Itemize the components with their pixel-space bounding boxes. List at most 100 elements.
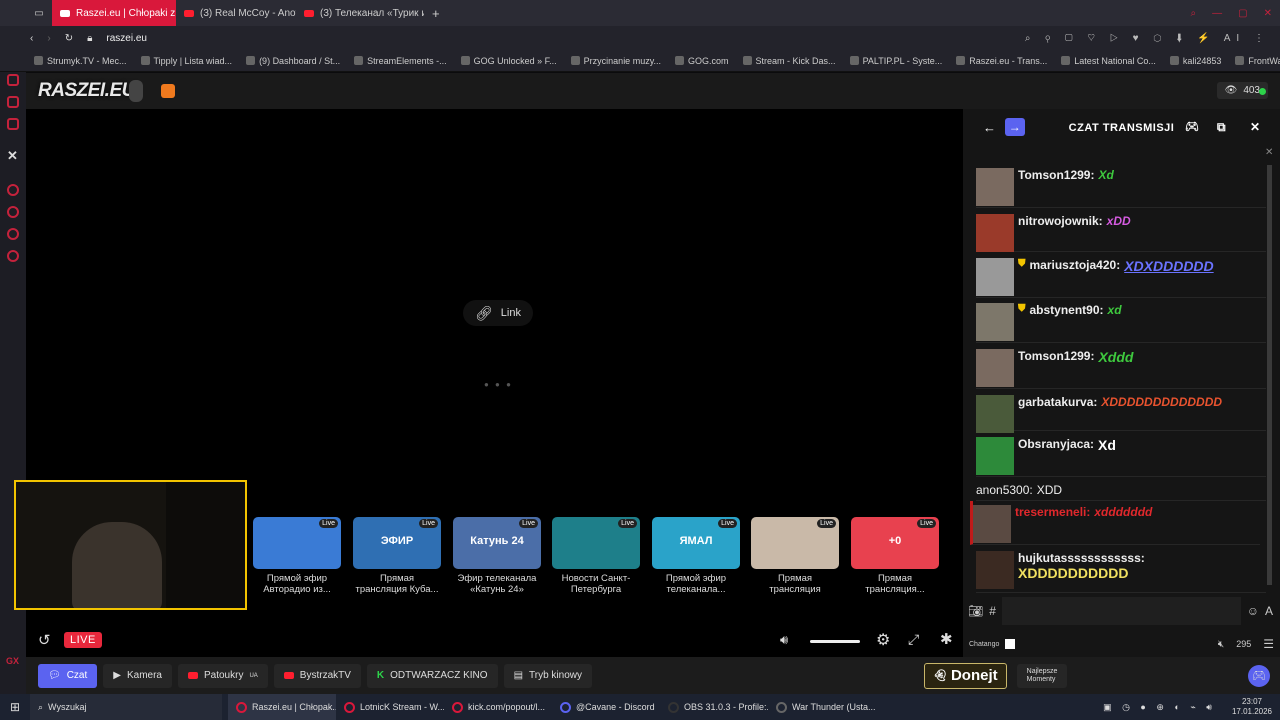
tryb-kinowy-button[interactable]: ▤ Tryb kinowy (503, 663, 592, 688)
link-button[interactable]: 🔗︎ Link (463, 300, 533, 326)
mute-icon[interactable]: 🔇︎ (1218, 639, 1224, 650)
kino-button[interactable]: K ODTWARZACZ KINO (366, 663, 498, 688)
forward-icon[interactable]: › (47, 33, 50, 44)
instagram-icon[interactable] (7, 74, 19, 86)
bookmark-item[interactable]: StreamElements -... (354, 56, 447, 66)
taskbar-app[interactable]: kick.com/popout/l... (444, 694, 552, 720)
chat-username[interactable]: anon5300: (976, 483, 1033, 497)
discord-fab-icon[interactable]: 🎮︎ (1248, 665, 1270, 687)
whatsapp-icon[interactable] (7, 96, 19, 108)
replay-icon[interactable]: ↺ (38, 631, 51, 649)
volume-icon[interactable]: 🔊︎ (780, 632, 788, 648)
url-field[interactable]: raszei.eu (106, 33, 147, 44)
avatar[interactable] (976, 437, 1014, 475)
avatar[interactable] (976, 214, 1014, 252)
chat-forward-icon[interactable]: → (1005, 118, 1025, 136)
bookmark-item[interactable]: Tipply | Lista wiad... (140, 56, 232, 66)
tab-real-mccoy[interactable]: (3) Real McCoy - Another (176, 0, 296, 26)
reload-icon[interactable]: ↻ (65, 33, 73, 44)
chat-input[interactable] (1001, 597, 1241, 625)
close-chat-icon[interactable]: ✕ (1250, 120, 1261, 134)
taskbar-app[interactable]: LotnicK Stream - W... (336, 694, 444, 720)
extensions-icons[interactable]: ⌕ ⚲ ▢ ♡ ▷ ♥ ⬡ ⬇ ⚡ AI ⋮ (1025, 33, 1280, 44)
bystrzak-button[interactable]: BystrzakTV (273, 663, 361, 688)
patoukry-button[interactable]: Patoukry UA (177, 663, 268, 688)
settings-icon[interactable] (7, 250, 19, 262)
minimize-button[interactable]: — (1204, 0, 1230, 26)
chat-username[interactable]: garbatakurva: (1018, 395, 1097, 409)
chat-username[interactable]: Tomson1299: (1018, 168, 1094, 182)
x-icon[interactable]: ✕ (7, 148, 18, 164)
avatar[interactable] (976, 551, 1014, 589)
new-tab-button[interactable]: + (424, 0, 448, 26)
music-icon[interactable] (7, 118, 19, 130)
chat-username[interactable]: tresermeneli: (1015, 505, 1090, 519)
avatar[interactable] (976, 395, 1014, 433)
bookmark-item[interactable]: Przycinanie muzy... (570, 56, 661, 66)
avatar[interactable] (973, 505, 1011, 543)
kamera-button[interactable]: ▶ Kamera (103, 663, 172, 688)
close-frame-icon[interactable]: ✕ (1265, 147, 1273, 158)
live-badge[interactable]: LIVE (64, 632, 102, 648)
bookmark-item[interactable]: PALTIP.PL - Syste... (849, 56, 942, 66)
avatar[interactable] (976, 168, 1014, 206)
channel-card[interactable]: +0 Live Прямая трансляция... (851, 517, 941, 595)
search-tabs-icon[interactable]: ⌕ (1183, 0, 1205, 26)
bookmark-item[interactable]: GOG Unlocked » F... (460, 56, 557, 66)
taskbar-app[interactable]: @Cavane - Discord (552, 694, 660, 720)
downloads-icon[interactable] (7, 228, 19, 240)
chat-back-icon[interactable]: ← (983, 120, 997, 135)
najlepsze-button[interactable]: Najlepsze Momenty (1016, 663, 1068, 688)
chat-username[interactable]: nitrowojownik: (1018, 214, 1103, 228)
close-window-button[interactable]: ✕ (1256, 0, 1280, 26)
chatango-brand[interactable]: Chatango (969, 641, 999, 648)
gx-icon[interactable]: GX (6, 656, 19, 666)
accessibility-icon[interactable]: ✱ (940, 630, 953, 648)
site-logo[interactable]: RASZEI.EU (38, 80, 135, 102)
player-icon[interactable] (7, 184, 19, 196)
tab-workspaces-icon[interactable]: ▭ (26, 0, 52, 26)
back-icon[interactable]: ‹ (30, 33, 33, 44)
font-icon[interactable]: A (1265, 604, 1273, 618)
menu-icon[interactable]: ☰ (1263, 637, 1274, 651)
avatar[interactable] (976, 349, 1014, 387)
notification-icon[interactable] (160, 84, 175, 98)
taskbar-app[interactable]: OBS 31.0.3 - Profile:... (660, 694, 768, 720)
bookmark-item[interactable]: Stream - Kick Das... (742, 56, 836, 66)
czat-button[interactable]: 💬︎ Czat (38, 663, 98, 688)
channel-card[interactable]: Live Прямой эфир Авторадио из... (253, 517, 343, 595)
channel-card[interactable]: ЯМАЛ Live Прямой эфир телеканала... (652, 517, 742, 595)
start-button[interactable]: ⊞ (0, 694, 30, 720)
avatar[interactable] (976, 258, 1014, 296)
chat-scrollbar[interactable] (1267, 165, 1272, 585)
taskbar-search[interactable]: ⌕ Wyszukaj (30, 694, 222, 720)
settings-gear-icon[interactable]: ⚙ (876, 630, 890, 650)
fullscreen-icon[interactable]: ⤢ (908, 631, 919, 648)
chat-username[interactable]: abstynent90: (1030, 303, 1104, 317)
taskbar-app[interactable]: Raszei.eu | Chłopak... (228, 694, 336, 720)
camera-upload-icon[interactable]: 📷︎ (968, 604, 983, 618)
bookmark-item[interactable]: GOG.com (675, 56, 729, 66)
emoji-icon[interactable]: ☺ (1247, 604, 1259, 618)
channel-card[interactable]: Катунь 24 Live Эфир телеканала «Катунь 24» (453, 517, 543, 595)
maximize-button[interactable]: ▢ (1230, 0, 1255, 26)
avatar[interactable] (976, 303, 1014, 341)
history-icon[interactable] (7, 206, 19, 218)
chat-username[interactable]: Tomson1299: (1018, 349, 1094, 363)
bookmark-item[interactable]: Raszei.eu - Trans... (956, 56, 1047, 66)
clock[interactable]: 23:07 17.01.2026 (1224, 694, 1280, 720)
chat-username[interactable]: mariusztoja420: (1030, 258, 1121, 272)
tab-telekanal[interactable]: (3) Телеканал «Турик и К (296, 0, 424, 26)
chat-username[interactable]: hujkutassssssssssss: (1018, 551, 1145, 565)
popout-icon[interactable]: ⧉ (1217, 120, 1226, 135)
channel-card[interactable]: Live Новости Санкт- Петербурга (552, 517, 642, 595)
channel-card[interactable]: Live Прямая трансляция (751, 517, 841, 595)
donejt-button[interactable]: 👻︎ Donejt (924, 662, 1007, 689)
volume-slider[interactable] (810, 640, 860, 643)
tab-raszei[interactable]: Raszei.eu | Chłopaki z Ra: (52, 0, 176, 26)
bookmark-item[interactable]: Latest National Co... (1061, 56, 1156, 66)
bookmark-item[interactable]: kali24853 (1169, 56, 1221, 66)
taskbar-app[interactable]: War Thunder (Usta... (768, 694, 876, 720)
tray-icons[interactable]: ▣ ◷ ● ⊕ ◐ ⌁ 🔊︎ (1095, 694, 1224, 720)
channel-card[interactable]: ЭФИР Live Прямая трансляция Куба... (353, 517, 443, 595)
